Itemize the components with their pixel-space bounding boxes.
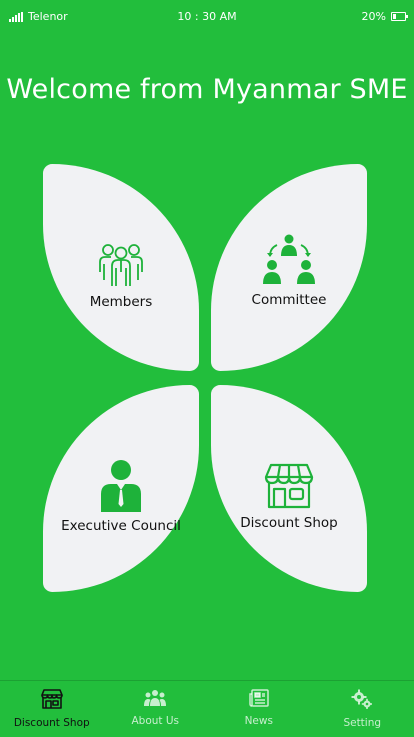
tab-label: News [245,715,273,727]
members-icon [97,242,145,288]
tab-setting[interactable]: Setting [311,681,414,737]
status-right: 20% [362,10,406,23]
tab-label: Discount Shop [14,717,90,729]
members-label: Members [90,294,153,310]
executive-council-tile[interactable]: Executive Council [43,385,199,592]
committee-tile[interactable]: Committee [211,164,367,371]
committee-label: Committee [252,292,327,308]
battery-percent: 20% [362,10,386,23]
status-bar: Telenor 10 : 30 AM 20% [0,0,414,32]
tab-news[interactable]: News [207,681,311,737]
shop-icon [264,463,314,509]
executive-council-icon [100,460,142,512]
gears-icon [351,689,373,713]
discount-shop-label: Discount Shop [240,515,338,531]
bottom-tab-bar: Discount Shop About Us News [0,680,414,737]
newspaper-icon [249,689,269,711]
tab-about-us[interactable]: About Us [104,681,208,737]
tab-discount-shop[interactable]: Discount Shop [0,681,104,737]
executive-council-label: Executive Council [61,518,181,534]
status-time: 10 : 30 AM [0,10,414,23]
battery-icon [391,12,406,21]
members-tile[interactable]: Members [43,164,199,371]
committee-icon [262,234,316,286]
page-title: Welcome from Myanmar SME [0,74,414,105]
shop-icon [41,689,63,713]
tab-label: About Us [131,715,179,727]
discount-shop-tile[interactable]: Discount Shop [211,385,367,592]
group-icon [144,689,166,711]
tab-label: Setting [343,717,381,729]
